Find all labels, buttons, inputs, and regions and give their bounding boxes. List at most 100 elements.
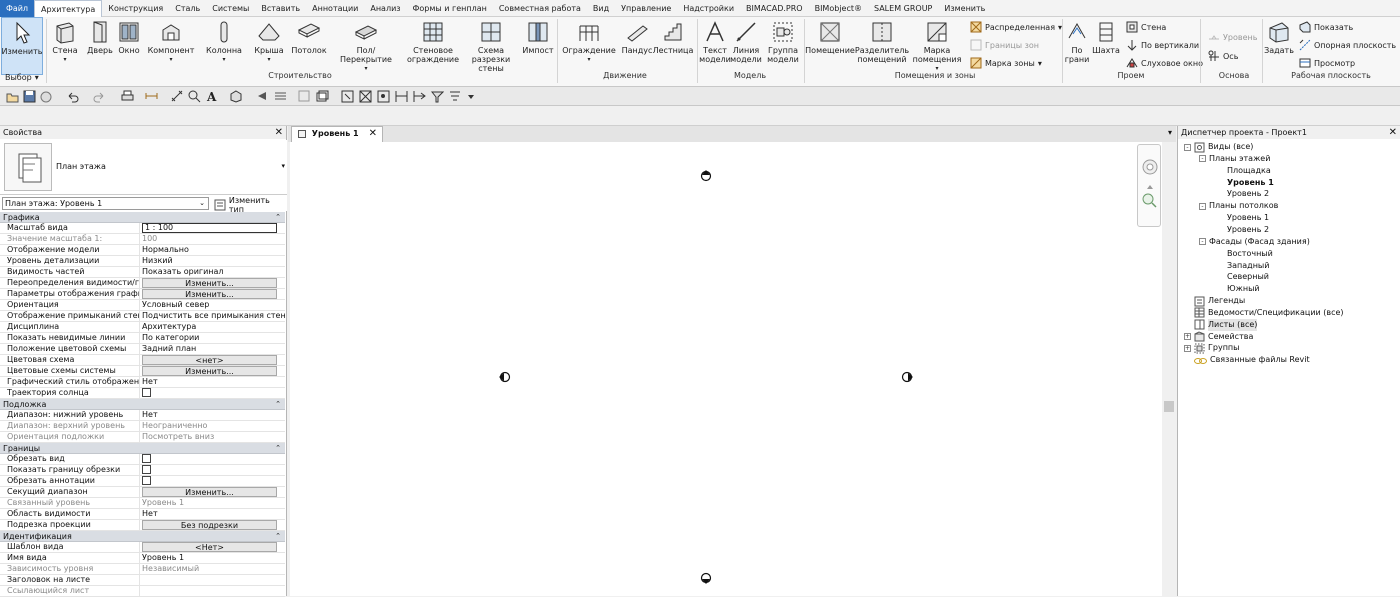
tree-node[interactable]: + Группы xyxy=(1184,342,1239,354)
select-dropdown[interactable]: Выбор ▾ xyxy=(5,73,39,82)
opening-by-face-button[interactable]: По грани xyxy=(1064,17,1090,75)
aligned-dimension-icon[interactable] xyxy=(171,90,184,103)
property-value[interactable]: Нет xyxy=(140,377,285,387)
menu-tab[interactable]: Совместная работа xyxy=(493,0,587,17)
chevron-down-icon[interactable] xyxy=(465,90,478,103)
collapse-icon[interactable]: ⌃ xyxy=(275,443,281,454)
property-value[interactable]: Низкий xyxy=(140,256,285,266)
tree-node[interactable]: Связанные файлы Revit xyxy=(1184,354,1310,366)
menu-tab[interactable]: Конструкция xyxy=(102,0,169,17)
property-value[interactable]: Условный север xyxy=(140,300,285,310)
property-value[interactable] xyxy=(140,454,285,464)
railing-button[interactable]: Ограждение ▾ xyxy=(562,17,616,75)
property-value[interactable]: 1 : 100 xyxy=(140,223,285,233)
menu-file[interactable]: Файл xyxy=(0,0,34,17)
roof-button[interactable]: Крыша ▾ xyxy=(254,17,284,75)
open-icon[interactable] xyxy=(6,90,19,103)
curtain-grid-button[interactable]: Схема разрезки стены xyxy=(460,17,522,75)
curtain-system-button[interactable]: Стеновое ограждение xyxy=(407,17,459,75)
model-text-button[interactable]: Текст модели xyxy=(699,17,731,75)
tree-node[interactable]: Северный xyxy=(1214,271,1269,283)
tree-node[interactable]: Западный xyxy=(1214,260,1269,272)
select-underlay-icon[interactable] xyxy=(359,90,372,103)
level-button[interactable]: Уровень xyxy=(1208,31,1257,43)
set-workplane-button[interactable]: Задать xyxy=(1264,17,1294,75)
property-value[interactable]: Нет xyxy=(140,509,285,519)
edit-property-button[interactable]: Без подрезки xyxy=(142,520,277,530)
close-hidden-icon[interactable] xyxy=(298,90,311,103)
edit-property-button[interactable]: <Нет> xyxy=(142,542,277,552)
tree-node[interactable]: Уровень 2 xyxy=(1214,188,1269,200)
drawing-canvas[interactable] xyxy=(290,142,1162,596)
tree-node[interactable]: Уровень 1 xyxy=(1214,177,1274,189)
column-button[interactable]: Колонна ▾ xyxy=(204,17,244,75)
tree-node[interactable]: Легенды xyxy=(1184,295,1245,307)
property-value[interactable]: Без подрезки xyxy=(140,520,285,530)
instance-selector[interactable]: План этажа: Уровень 1 ⌄ xyxy=(2,197,209,210)
customize-icon[interactable] xyxy=(449,90,462,103)
modify-button[interactable]: Изменить xyxy=(1,17,43,75)
property-checkbox[interactable] xyxy=(142,465,151,474)
property-value[interactable]: <нет> xyxy=(140,355,285,365)
drag-elements-icon[interactable] xyxy=(413,90,426,103)
component-button[interactable]: Компонент ▾ xyxy=(148,17,194,75)
elevation-marker-north[interactable] xyxy=(700,170,712,182)
tree-node[interactable]: Восточный xyxy=(1214,248,1273,260)
property-value[interactable]: Задний план xyxy=(140,344,285,354)
menu-tab[interactable]: SALEM GROUP xyxy=(868,0,938,17)
mullion-button[interactable]: Импост xyxy=(522,17,554,75)
property-value[interactable]: Показать оригинал xyxy=(140,267,285,277)
scroll-thumb[interactable] xyxy=(1164,401,1174,412)
expand-icon[interactable]: + xyxy=(1184,333,1191,341)
menu-tab[interactable]: Аннотации xyxy=(306,0,364,17)
property-value[interactable] xyxy=(140,575,285,585)
tag-icon[interactable] xyxy=(188,90,201,103)
property-value[interactable]: Архитектура xyxy=(140,322,285,332)
collapse-icon[interactable]: ⌃ xyxy=(275,212,281,223)
stair-button[interactable]: Лестница xyxy=(653,17,693,75)
property-value[interactable]: По категории xyxy=(140,333,285,343)
property-section[interactable]: Идентификация ⌃ xyxy=(0,531,285,542)
property-value[interactable]: Изменить... xyxy=(140,366,285,376)
tree-node[interactable]: - Виды (все) xyxy=(1184,141,1253,153)
tree-node[interactable]: - Планы потолков xyxy=(1199,200,1278,212)
floor-button[interactable]: Пол/Перекрытие ▾ xyxy=(334,17,398,75)
close-icon[interactable]: ✕ xyxy=(1389,126,1397,139)
ref-plane-button[interactable]: Опорная плоскость xyxy=(1299,39,1396,51)
tree-node[interactable]: Листы (все) xyxy=(1184,318,1258,331)
model-group-button[interactable]: Группа модели xyxy=(766,17,800,75)
room-button[interactable]: Помещение xyxy=(805,17,855,75)
property-value[interactable]: <Нет> xyxy=(140,542,285,552)
tree-node[interactable]: Уровень 1 xyxy=(1214,212,1269,224)
edit-property-button[interactable]: <нет> xyxy=(142,355,277,365)
select-pinned-icon[interactable] xyxy=(377,90,390,103)
property-section[interactable]: Графика ⌃ xyxy=(0,212,285,223)
menu-tab[interactable]: Управление xyxy=(615,0,677,17)
elevation-marker-south[interactable] xyxy=(700,572,712,585)
menu-tab[interactable]: Архитектура xyxy=(34,0,103,17)
menu-tab[interactable]: Вставить xyxy=(255,0,306,17)
property-value[interactable] xyxy=(140,476,285,486)
menu-tab[interactable]: BIMobject® xyxy=(809,0,868,17)
property-checkbox[interactable] xyxy=(142,476,151,485)
save-icon[interactable] xyxy=(23,90,36,103)
tree-node[interactable]: Уровень 2 xyxy=(1214,224,1269,236)
collapse-icon[interactable]: - xyxy=(1199,238,1206,246)
menu-tab[interactable]: Вид xyxy=(587,0,615,17)
property-value[interactable] xyxy=(140,388,285,398)
property-section[interactable]: Границы ⌃ xyxy=(0,443,285,454)
tree-node[interactable]: Площадка xyxy=(1214,165,1271,177)
type-selector[interactable]: План этажа ▾ xyxy=(0,140,287,195)
wall-opening-button[interactable]: Стена xyxy=(1126,21,1166,33)
collapse-icon[interactable]: ⌃ xyxy=(275,531,281,542)
menu-tab[interactable]: BIMACAD.PRO xyxy=(740,0,809,17)
collapse-icon[interactable]: ⌃ xyxy=(275,399,281,410)
scale-input[interactable]: 1 : 100 xyxy=(142,223,277,233)
close-icon[interactable]: ✕ xyxy=(275,126,283,139)
edit-property-button[interactable]: Изменить... xyxy=(142,289,277,299)
dormer-button[interactable]: Слуховое окно xyxy=(1126,57,1203,69)
print-icon[interactable] xyxy=(121,90,134,103)
model-line-button[interactable]: Линия модели xyxy=(730,17,762,75)
text-icon[interactable]: A xyxy=(206,90,219,103)
select-face-icon[interactable] xyxy=(395,90,408,103)
